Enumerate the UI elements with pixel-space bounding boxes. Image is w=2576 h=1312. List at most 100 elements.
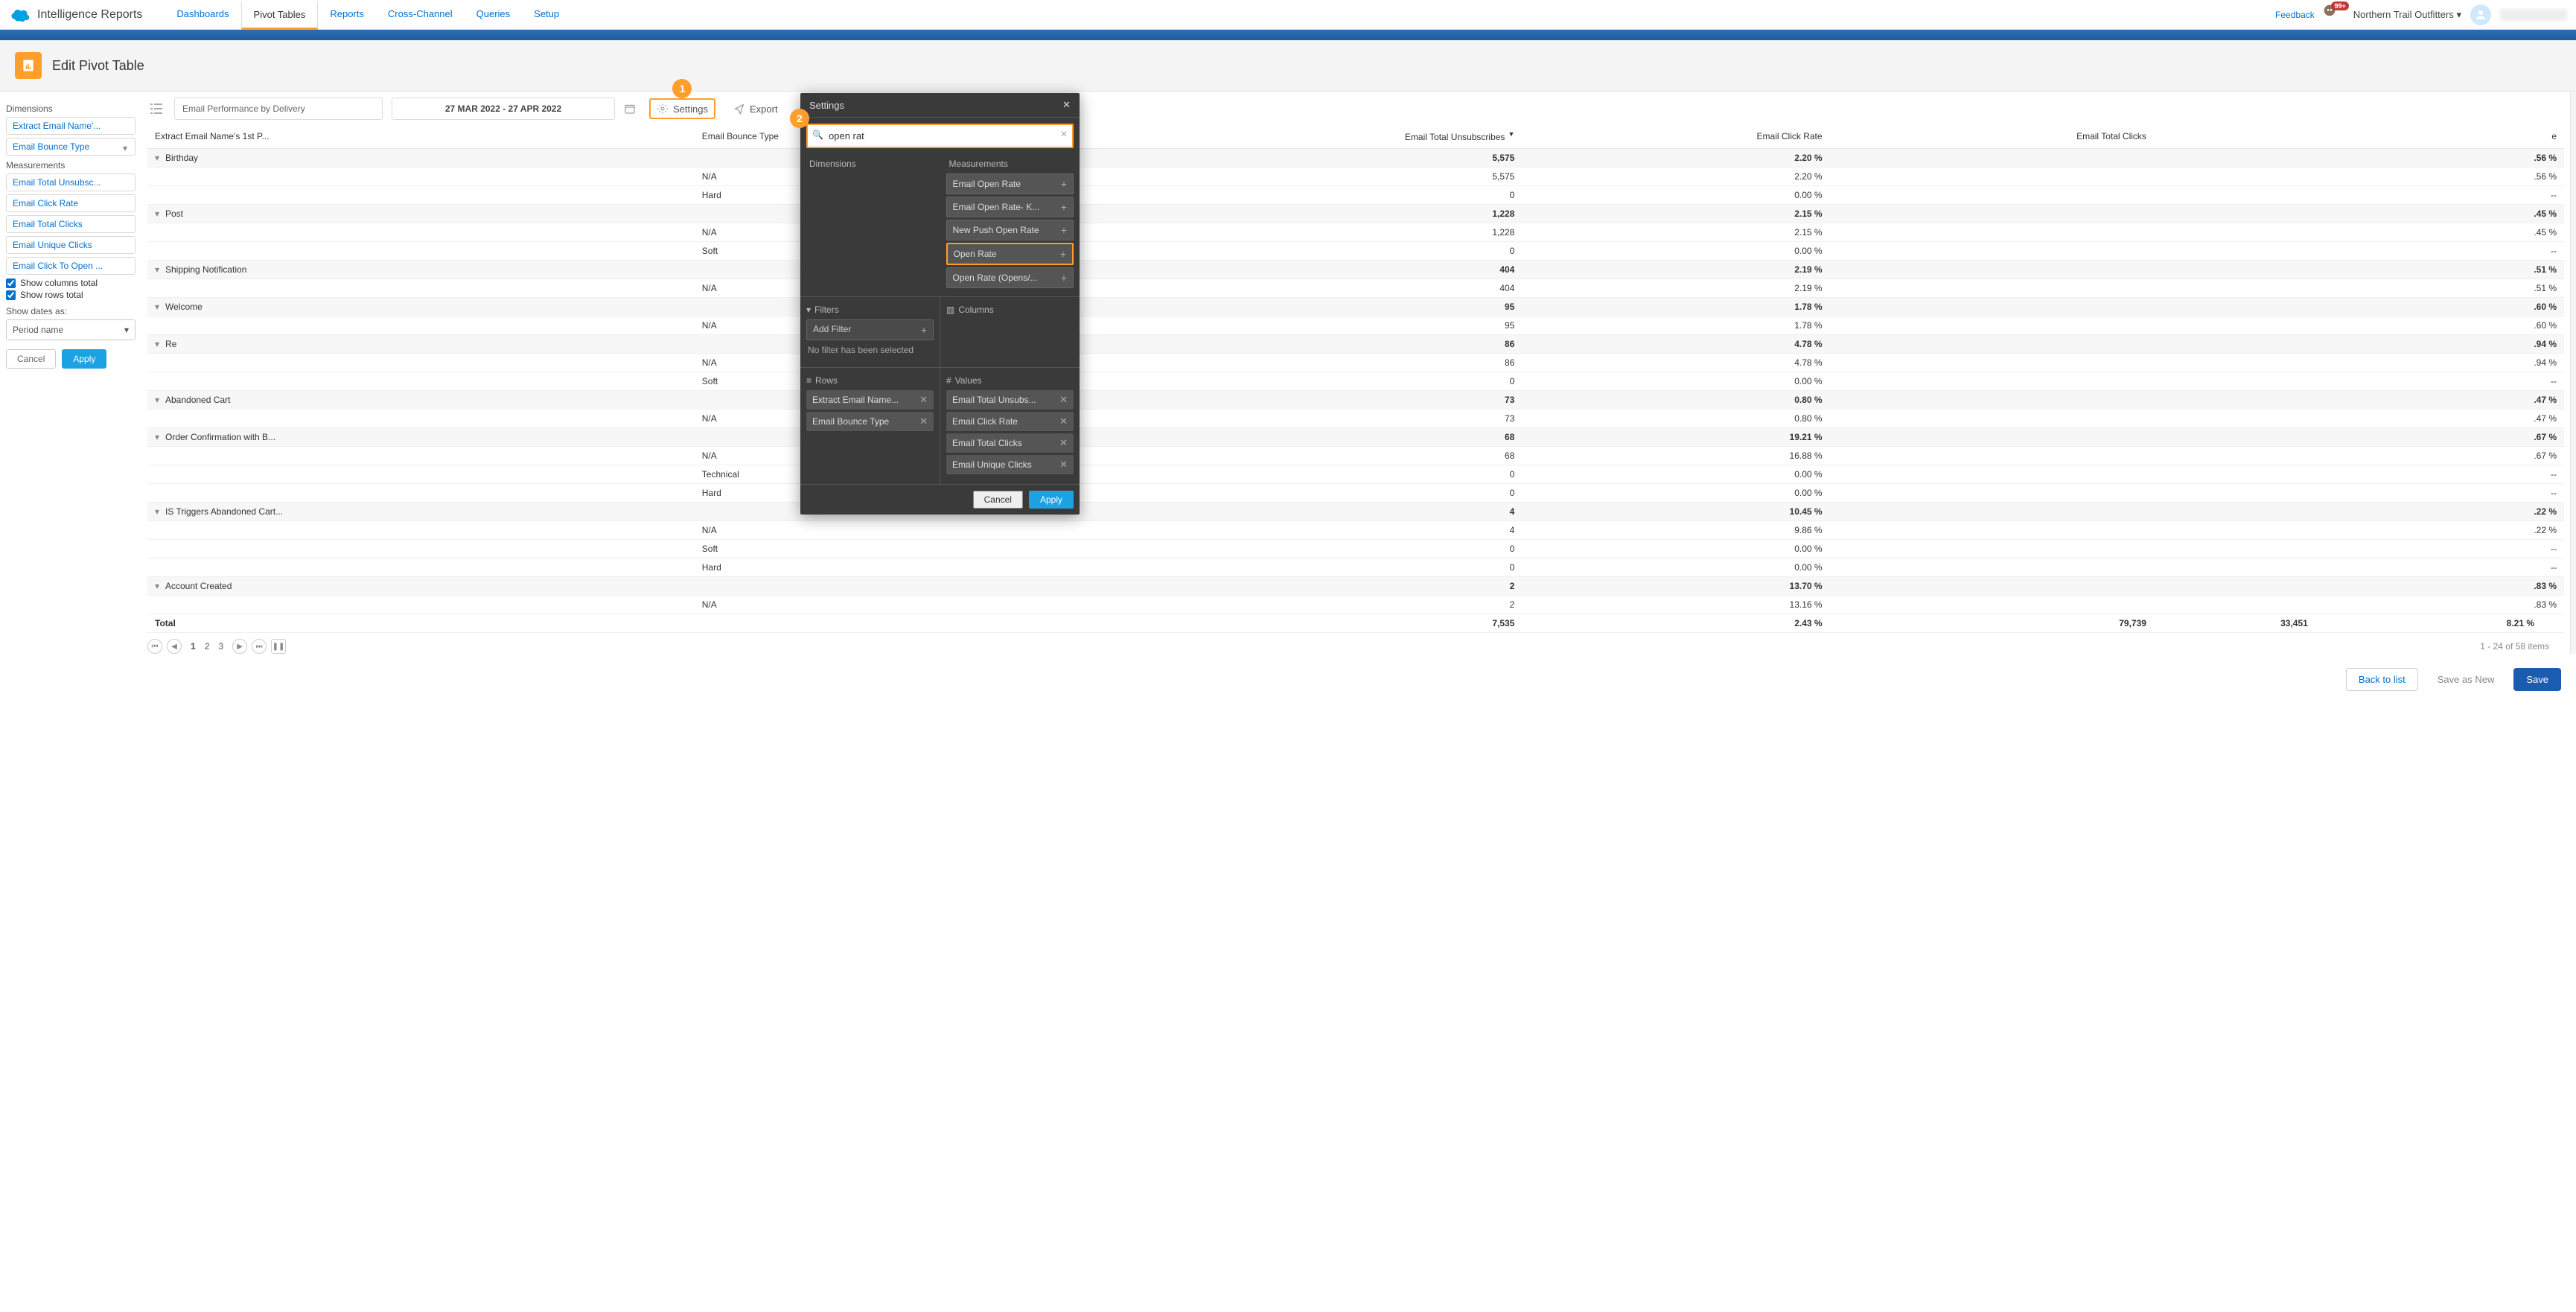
org-selector[interactable]: Northern Trail Outfitters ▾ [2353, 9, 2461, 21]
table-group-row[interactable]: ▾Welcome951.78 %.60 % [147, 298, 2564, 316]
caret-down-icon: ▾ [155, 339, 162, 349]
checkbox[interactable] [6, 278, 16, 288]
column-header[interactable]: Email Total Clicks [1830, 124, 2154, 149]
measurement-result[interactable]: Email Open Rate- K...+ [946, 197, 1074, 217]
pill[interactable]: Email Bounce Type▾ [6, 138, 136, 156]
page-prev-button[interactable]: ◀ [167, 639, 182, 654]
chip[interactable]: Email Click Rate✕ [946, 412, 1074, 431]
values-section: #Values Email Total Unsubs...✕Email Clic… [940, 368, 1080, 484]
caret-down-icon: ▾ [155, 506, 162, 517]
date-range-picker[interactable]: 27 MAR 2022 - 27 APR 2022 [392, 98, 615, 120]
table-row: N/A730.80 %.47 % [147, 410, 2564, 428]
pill[interactable]: Email Unique Clicks [6, 236, 136, 254]
remove-icon[interactable]: ✕ [1059, 459, 1068, 471]
pill[interactable]: Email Total Clicks [6, 215, 136, 233]
remove-icon[interactable]: ✕ [1059, 394, 1068, 406]
nav-tab-pivot-tables[interactable]: Pivot Tables [241, 1, 319, 30]
vertical-scrollbar[interactable] [2570, 92, 2576, 654]
column-header[interactable]: Email Total Unsubscribes▼ [1045, 124, 1522, 149]
sidebar-cancel-button[interactable]: Cancel [6, 349, 56, 369]
show-rows-total-checkbox[interactable]: Show rows total [6, 290, 136, 300]
pivot-name-input[interactable] [174, 98, 383, 120]
settings-button[interactable]: Settings [649, 98, 715, 119]
table-group-row[interactable]: ▾Birthday5,5752.20 %.56 % [147, 149, 2564, 168]
panel-apply-button[interactable]: Apply [1029, 491, 1074, 509]
pill[interactable]: Email Click To Open ... [6, 257, 136, 275]
measurement-result[interactable]: Open Rate (Opens/...+ [946, 267, 1074, 288]
share-icon [733, 103, 745, 115]
chip[interactable]: Email Total Unsubs...✕ [946, 390, 1074, 410]
nav-tab-reports[interactable]: Reports [318, 1, 376, 29]
table-row: N/A1,2282.15 %.45 % [147, 223, 2564, 242]
table-group-row[interactable]: ▾Account Created213.70 %.83 % [147, 577, 2564, 596]
table-row: N/A4042.19 %.51 % [147, 279, 2564, 298]
panel-cancel-button[interactable]: Cancel [973, 491, 1023, 509]
measurement-result[interactable]: Open Rate+3 [946, 243, 1074, 265]
nav-tab-dashboards[interactable]: Dashboards [165, 1, 240, 29]
save-as-new-button[interactable]: Save as New [2426, 668, 2507, 691]
nav-tab-cross-channel[interactable]: Cross-Channel [376, 1, 465, 29]
pill[interactable]: Extract Email Name'... [6, 117, 136, 135]
nav-tab-setup[interactable]: Setup [522, 1, 571, 29]
chip[interactable]: Email Unique Clicks✕ [946, 455, 1074, 474]
caret-down-icon: ▾ [155, 208, 162, 219]
remove-icon[interactable]: ✕ [1059, 415, 1068, 427]
sidebar-apply-button[interactable]: Apply [62, 349, 106, 369]
measurement-result[interactable]: New Push Open Rate+ [946, 220, 1074, 241]
page-pause-button[interactable]: ❚❚ [271, 639, 286, 654]
show-columns-total-checkbox[interactable]: Show columns total [6, 278, 136, 288]
page-number[interactable]: 1 [186, 640, 200, 653]
plus-icon: + [1061, 224, 1067, 236]
page-last-button[interactable]: ⏭ [252, 639, 267, 654]
search-icon: 🔍 [812, 130, 823, 140]
main-area: Dimensions Extract Email Name'...Email B… [0, 92, 2576, 698]
calendar-icon[interactable] [624, 103, 636, 115]
table-total-row: Total7,5352.43 %79,73933,4518.21 % [147, 614, 2564, 633]
caret-down-icon: ▾ [155, 432, 162, 442]
nav-tabs: DashboardsPivot TablesReportsCross-Chann… [165, 1, 571, 29]
page-header: Edit Pivot Table [0, 40, 2576, 92]
top-nav: Intelligence Reports DashboardsPivot Tab… [0, 0, 2576, 30]
table-group-row[interactable]: ▾IS Triggers Abandoned Cart...410.45 %.2… [147, 503, 2564, 521]
avatar[interactable] [2470, 4, 2491, 25]
remove-icon[interactable]: ✕ [1059, 437, 1068, 449]
close-icon[interactable]: ✕ [1062, 99, 1071, 111]
caret-down-icon: ▾ [155, 153, 162, 163]
add-filter-button[interactable]: Add Filter+ [806, 319, 934, 340]
checkbox[interactable] [6, 290, 16, 300]
feedback-link[interactable]: Feedback [2275, 10, 2315, 20]
table-row: Soft00.00 %-- [147, 242, 2564, 261]
chip[interactable]: Extract Email Name...✕ [806, 390, 934, 410]
column-header[interactable]: Email Click Rate [1522, 124, 1829, 149]
chip[interactable]: Email Bounce Type✕ [806, 412, 934, 431]
pill[interactable]: Email Total Unsubsc... [6, 173, 136, 191]
table-group-row[interactable]: ▾Order Confirmation with B...6819.21 %.6… [147, 428, 2564, 447]
back-to-list-button[interactable]: Back to list [2346, 668, 2418, 691]
show-dates-label: Show dates as: [6, 306, 136, 316]
measurement-result[interactable]: Email Open Rate+ [946, 173, 1074, 194]
page-number[interactable]: 2 [200, 640, 214, 653]
remove-icon[interactable]: ✕ [919, 415, 928, 427]
notifications-button[interactable]: 99+ [2324, 4, 2344, 25]
page-next-button[interactable]: ▶ [232, 639, 247, 654]
clear-search-icon[interactable]: ✕ [1060, 129, 1068, 139]
table-group-row[interactable]: ▾Shipping Notification4042.19 %.51 % [147, 261, 2564, 279]
plus-icon: + [1061, 201, 1067, 213]
export-button[interactable]: Export [729, 100, 782, 118]
list-toggle-icon[interactable] [147, 100, 165, 118]
page-number[interactable]: 3 [214, 640, 228, 653]
dates-select[interactable]: Period name▾ [6, 319, 136, 340]
chip[interactable]: Email Total Clicks✕ [946, 433, 1074, 453]
column-header[interactable]: Extract Email Name's 1st P... [147, 124, 695, 149]
table-group-row[interactable]: ▾Post1,2282.15 %.45 % [147, 205, 2564, 223]
page-first-button[interactable]: ⏮ [147, 639, 162, 654]
table-group-row[interactable]: ▾Abandoned Cart730.80 %.47 % [147, 391, 2564, 410]
table-group-row[interactable]: ▾Re864.78 %.94 % [147, 335, 2564, 354]
column-header[interactable]: e [2315, 124, 2564, 149]
pill[interactable]: Email Click Rate [6, 194, 136, 212]
save-button[interactable]: Save [2513, 668, 2561, 691]
panel-search-input[interactable] [806, 124, 1074, 148]
remove-icon[interactable]: ✕ [919, 394, 928, 406]
nav-tab-queries[interactable]: Queries [465, 1, 523, 29]
chart-icon [21, 58, 36, 73]
